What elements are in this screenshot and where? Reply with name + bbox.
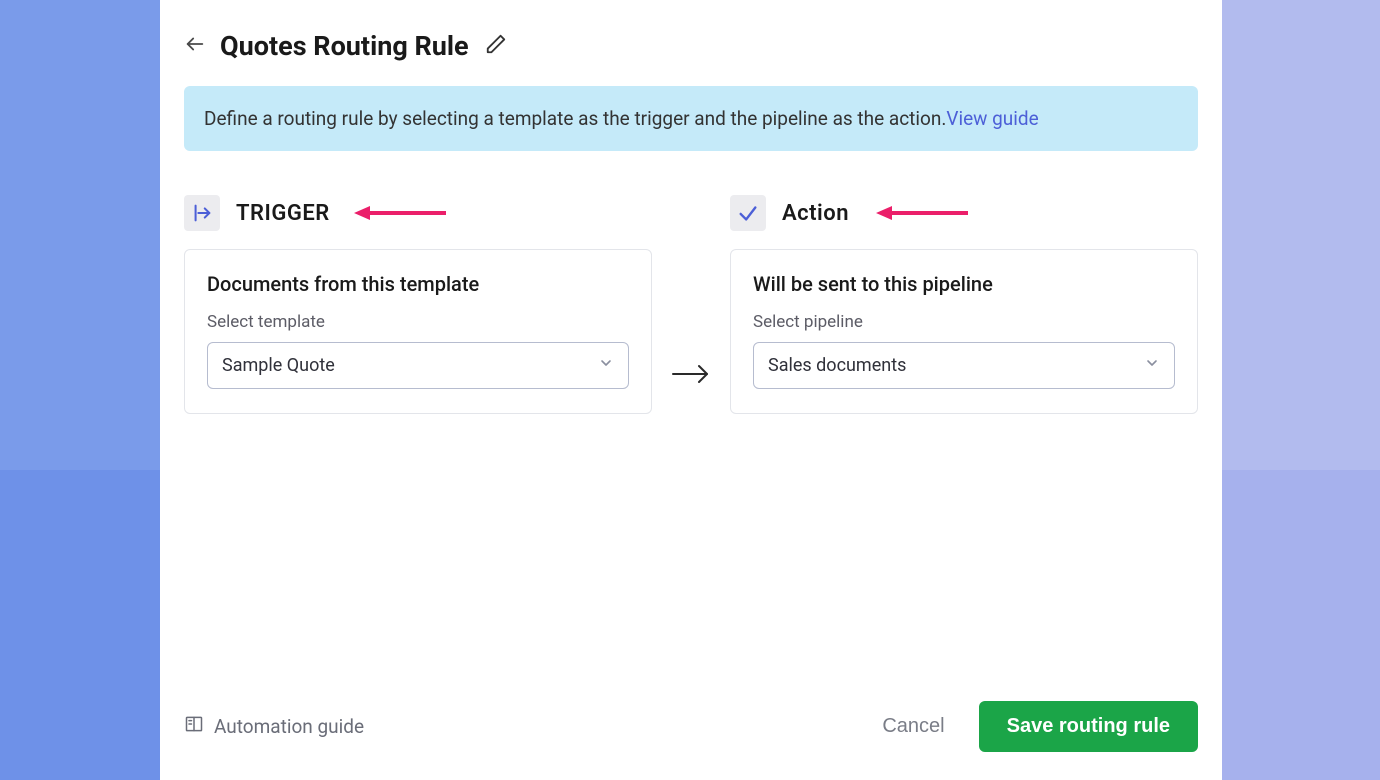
back-arrow-icon[interactable] [184,33,206,59]
template-select[interactable]: Sample Quote [207,342,629,389]
info-banner: Define a routing rule by selecting a tem… [184,86,1198,151]
action-label: Action [782,201,849,226]
trigger-card: Documents from this template Select temp… [184,249,652,414]
trigger-card-title: Documents from this template [207,272,629,296]
action-card-title: Will be sent to this pipeline [753,272,1175,296]
bg-stripe-left-top [0,0,160,470]
view-guide-link[interactable]: View guide [946,107,1038,130]
routing-rule-panel: Quotes Routing Rule Define a routing rul… [160,0,1222,780]
page-header: Quotes Routing Rule [184,30,1198,62]
template-select-value: Sample Quote [222,355,335,376]
annotation-arrow-icon [354,203,446,227]
pipeline-field-label: Select pipeline [753,312,1175,332]
action-icon [730,195,766,231]
template-field-label: Select template [207,312,629,332]
trigger-column: TRIGGER Documents from this template Sel… [184,195,652,414]
action-card: Will be sent to this pipeline Select pip… [730,249,1198,414]
trigger-column-head: TRIGGER [184,195,652,231]
chevron-down-icon [598,355,614,376]
chevron-down-icon [1144,355,1160,376]
footer-bar: Automation guide Cancel Save routing rul… [184,681,1198,780]
bg-stripe-left-bottom [0,470,160,780]
info-banner-text: Define a routing rule by selecting a tem… [204,107,946,130]
pipeline-select-value: Sales documents [768,355,906,376]
book-icon [184,714,204,739]
trigger-icon [184,195,220,231]
save-routing-rule-button[interactable]: Save routing rule [979,701,1198,752]
flow-arrow-icon [652,195,730,414]
action-column-head: Action [730,195,1198,231]
action-column: Action Will be sent to this pipeline Sel… [730,195,1198,414]
pipeline-select[interactable]: Sales documents [753,342,1175,389]
bg-stripe-right-top [1222,0,1380,470]
automation-guide-link[interactable]: Automation guide [184,714,364,739]
bg-stripe-right-bottom [1222,470,1380,780]
rule-columns: TRIGGER Documents from this template Sel… [184,195,1198,414]
automation-guide-label: Automation guide [214,715,364,738]
trigger-label: TRIGGER [236,201,330,226]
edit-pencil-icon[interactable] [483,33,507,59]
cancel-button[interactable]: Cancel [882,715,944,738]
annotation-arrow-icon [876,203,968,227]
footer-actions: Cancel Save routing rule [882,701,1198,752]
page-title: Quotes Routing Rule [220,30,469,62]
